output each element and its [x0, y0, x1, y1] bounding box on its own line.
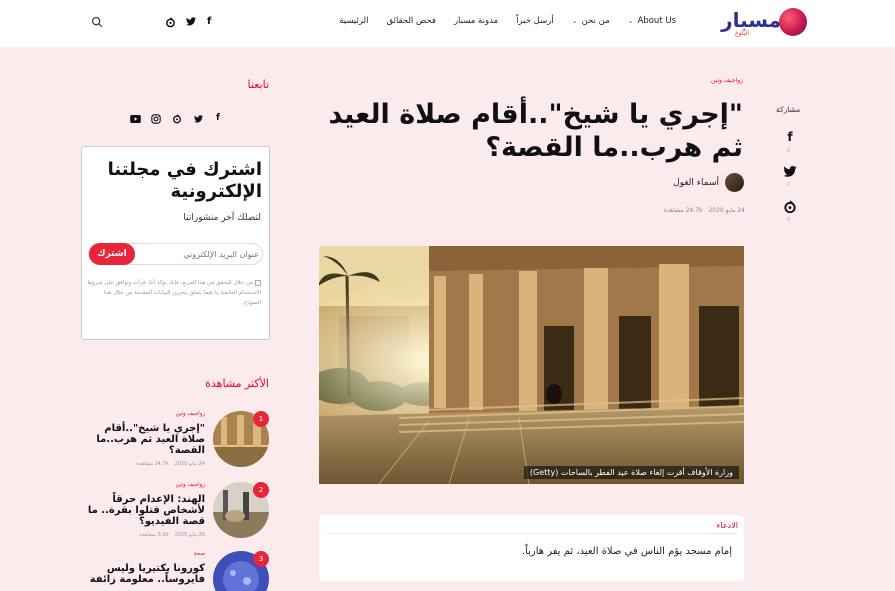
consent-checkbox[interactable] — [255, 279, 261, 286]
logo-mark-icon — [779, 8, 807, 36]
mosque-photo — [319, 246, 744, 484]
item-title[interactable]: كورونا بكتيريا وليس فايروساً.. معلومة زا… — [85, 563, 205, 585]
twitter-icon[interactable] — [186, 17, 196, 26]
search-icon[interactable] — [91, 16, 103, 28]
item-title[interactable]: الهند: الإعدام حرقاً لأشخاص قتلوا بقرة..… — [85, 494, 205, 527]
share-count: 0 — [787, 182, 791, 188]
facebook-icon[interactable]: f — [207, 16, 211, 27]
nav-label: About Us — [637, 16, 676, 26]
divider — [325, 533, 738, 534]
social-circle-icon[interactable] — [782, 200, 798, 214]
facebook-icon[interactable]: f — [216, 113, 220, 123]
nav-item-send-news[interactable]: أرسل خبراً — [507, 16, 563, 26]
item-date: 26 مايو 2020 — [174, 532, 205, 538]
consent-label: من خلال التحقق من هذا المربع، فإنك تؤكد … — [87, 280, 261, 306]
nav-label: الرئيسية — [339, 16, 369, 26]
author-byline[interactable]: أسماء الغول — [673, 173, 744, 192]
nav-item-about-ar[interactable]: من نحن ⌄ — [563, 16, 619, 26]
article-category[interactable]: زواجيف وتين — [711, 77, 743, 84]
site-logo[interactable]: مسبار البلوغ — [721, 6, 807, 38]
newsletter-desc: لتصلك آخر منشوراتنا — [183, 213, 261, 223]
social-circle-icon[interactable] — [165, 17, 176, 28]
item-title[interactable]: "إجري يا شيخ"..أقام صلاة العيد ثم هرب..م… — [85, 423, 205, 456]
twitter-icon[interactable] — [782, 166, 798, 177]
item-views: 24.7k مشاهدة — [136, 461, 169, 467]
youtube-icon[interactable] — [130, 115, 141, 123]
chevron-down-icon: ⌄ — [627, 17, 634, 25]
nav-label: أرسل خبراً — [516, 16, 554, 26]
list-item[interactable]: 2 زواجيف وتين الهند: الإعدام حرقاً لأشخا… — [81, 482, 269, 546]
rank-badge: 2 — [253, 482, 269, 498]
nav-item-home[interactable]: الرئيسية — [330, 16, 377, 26]
image-caption: وزارة الأوقاف أقرت إلغاء صلاة عيد الفطر … — [523, 466, 739, 479]
nav-label: مدونة مسبار — [453, 16, 499, 26]
item-category[interactable]: زواجيف وتين — [176, 411, 205, 417]
follow-title: تابعنا — [247, 78, 269, 91]
subscribe-button[interactable]: اشترك — [89, 243, 135, 265]
share-count: 0 — [787, 148, 791, 154]
share-label: مشاركة — [776, 105, 801, 114]
author-name: أسماء الغول — [673, 177, 719, 188]
item-meta: 26 مايو 2020 3.2k مشاهدة — [140, 532, 205, 538]
twitter-icon[interactable] — [194, 115, 203, 123]
instagram-icon[interactable] — [151, 114, 161, 124]
list-item[interactable]: 1 زواجيف وتين "إجري يا شيخ"..أقام صلاة ا… — [81, 411, 269, 475]
consent-text: من خلال التحقق من هذا المربع، فإنك تؤكد … — [87, 278, 261, 308]
newsletter-title: اشترك في مجلتنا الإلكترونية — [107, 159, 262, 202]
avatar — [725, 173, 744, 192]
nav-label: فحص الحقائق — [386, 16, 436, 26]
share-count: 0 — [787, 217, 791, 223]
item-views: 3.2k مشاهدة — [139, 532, 169, 538]
nav-item-about-en[interactable]: About Us ⌄ — [619, 16, 685, 26]
claim-label: الادعاء — [716, 521, 738, 530]
email-field-wrapper: اشترك — [88, 243, 263, 265]
article-title: "إجري يا شيخ"..أقام صلاة العيد ثم هرب..م… — [328, 99, 743, 163]
article-hero-image: وزارة الأوقاف أقرت إلغاء صلاة عيد الفطر … — [319, 246, 744, 484]
logo-subtext: البلوغ — [735, 30, 749, 37]
claim-text: إمام مسجد يؤم الناس في صلاة العيد، ثم يف… — [521, 546, 732, 557]
newsletter-box: اشترك في مجلتنا الإلكترونية لتصلك آخر من… — [81, 146, 270, 340]
item-category[interactable]: زواجيف وتين — [176, 482, 205, 488]
facebook-icon[interactable]: f — [782, 130, 798, 144]
main-nav: الرئيسية فحص الحقائق مدونة مسبار أرسل خب… — [330, 16, 685, 26]
list-item[interactable]: 3 صحة كورونا بكتيريا وليس فايروساً.. معل… — [81, 551, 269, 591]
rank-badge: 3 — [253, 551, 269, 567]
item-category[interactable]: صحة — [194, 551, 205, 557]
social-circle-icon[interactable] — [172, 114, 182, 124]
article-views: 24.7k مشاهدة — [663, 207, 703, 214]
email-field[interactable] — [134, 246, 259, 262]
chevron-down-icon: ⌄ — [571, 17, 578, 25]
nav-label: من نحن — [581, 16, 610, 26]
nav-item-fact-check[interactable]: فحص الحقائق — [378, 16, 445, 26]
rank-badge: 1 — [253, 411, 269, 427]
item-meta: 24 مايو 2020 24.7k مشاهدة — [136, 461, 205, 467]
nav-item-blog[interactable]: مدونة مسبار — [445, 16, 507, 26]
article-date: 24 مايو 2020 — [708, 207, 745, 214]
item-date: 24 مايو 2020 — [174, 461, 205, 467]
logo-text: مسبار — [721, 8, 781, 32]
site-header: مسبار البلوغ الرئيسية فحص الحقائق مدونة … — [0, 0, 895, 47]
claim-box: الادعاء إمام مسجد يؤم الناس في صلاة العي… — [319, 515, 744, 581]
most-viewed-title: الأكثر مشاهدة — [205, 377, 269, 390]
article-meta: 24 مايو 2020 24.7k مشاهدة — [664, 207, 745, 214]
